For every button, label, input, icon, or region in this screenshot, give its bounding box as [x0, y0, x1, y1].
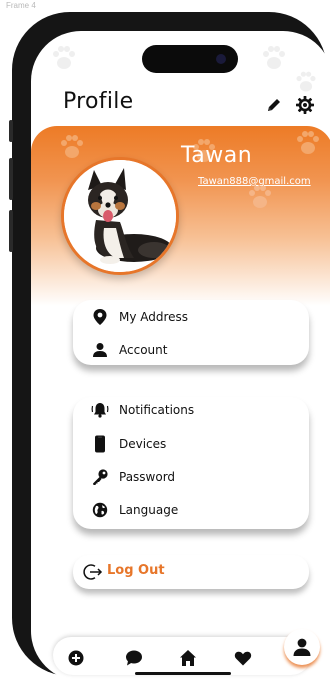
menu-item-password[interactable]: Password — [73, 464, 309, 490]
app-screen: Profile Tawan Tawan888@gmail.com My Addr… — [31, 31, 330, 681]
frame-label: Frame 4 — [6, 1, 36, 10]
account-card: My Address Account — [73, 300, 309, 365]
dynamic-island — [142, 45, 238, 73]
mute-switch — [9, 120, 13, 142]
logout-icon — [83, 563, 103, 581]
globe-icon — [91, 501, 109, 519]
home-icon[interactable] — [177, 647, 199, 669]
paw-decoration-icon — [297, 131, 319, 154]
logout-button[interactable]: Log Out — [73, 555, 309, 589]
menu-item-label: Notifications — [119, 403, 195, 417]
home-indicator — [135, 672, 231, 675]
menu-item-label: My Address — [119, 310, 189, 324]
phone-device-icon — [91, 435, 109, 453]
menu-item-devices[interactable]: Devices — [73, 431, 309, 457]
bell-icon — [91, 401, 109, 419]
volume-up-button — [9, 158, 13, 200]
menu-item-label: Account — [119, 343, 168, 357]
phone-frame: Profile Tawan Tawan888@gmail.com My Addr… — [9, 12, 330, 681]
menu-item-account[interactable]: Account — [73, 337, 309, 363]
paw-decoration-icon — [53, 46, 75, 69]
person-icon — [91, 341, 109, 359]
user-email[interactable]: Tawan888@gmail.com — [198, 176, 311, 187]
menu-item-label: Password — [119, 470, 176, 484]
menu-item-label: Language — [119, 503, 179, 517]
paw-decoration-icon — [61, 135, 83, 158]
menu-item-notifications[interactable]: Notifications — [73, 397, 309, 423]
add-icon[interactable] — [65, 647, 87, 669]
logout-label: Log Out — [107, 563, 165, 578]
user-name: Tawan — [181, 143, 253, 168]
bottom-tab-bar — [53, 629, 320, 675]
paw-decoration-icon — [296, 71, 316, 92]
location-pin-icon — [91, 308, 109, 326]
menu-item-label: Devices — [119, 437, 167, 451]
chat-icon[interactable] — [123, 647, 145, 669]
key-icon — [91, 468, 109, 486]
pencil-icon[interactable] — [262, 93, 286, 117]
menu-item-my-address[interactable]: My Address — [73, 304, 309, 330]
dog-photo — [64, 160, 176, 272]
gear-icon[interactable] — [293, 93, 317, 117]
person-icon — [292, 637, 312, 657]
heart-icon[interactable] — [232, 647, 254, 669]
menu-item-language[interactable]: Language — [73, 497, 309, 523]
paw-decoration-icon — [263, 46, 285, 69]
page-title: Profile — [63, 89, 134, 114]
tab-profile-active[interactable] — [284, 629, 320, 665]
volume-down-button — [9, 210, 13, 252]
avatar[interactable] — [61, 157, 179, 275]
settings-card: Notifications Devices Password Language — [73, 397, 309, 529]
